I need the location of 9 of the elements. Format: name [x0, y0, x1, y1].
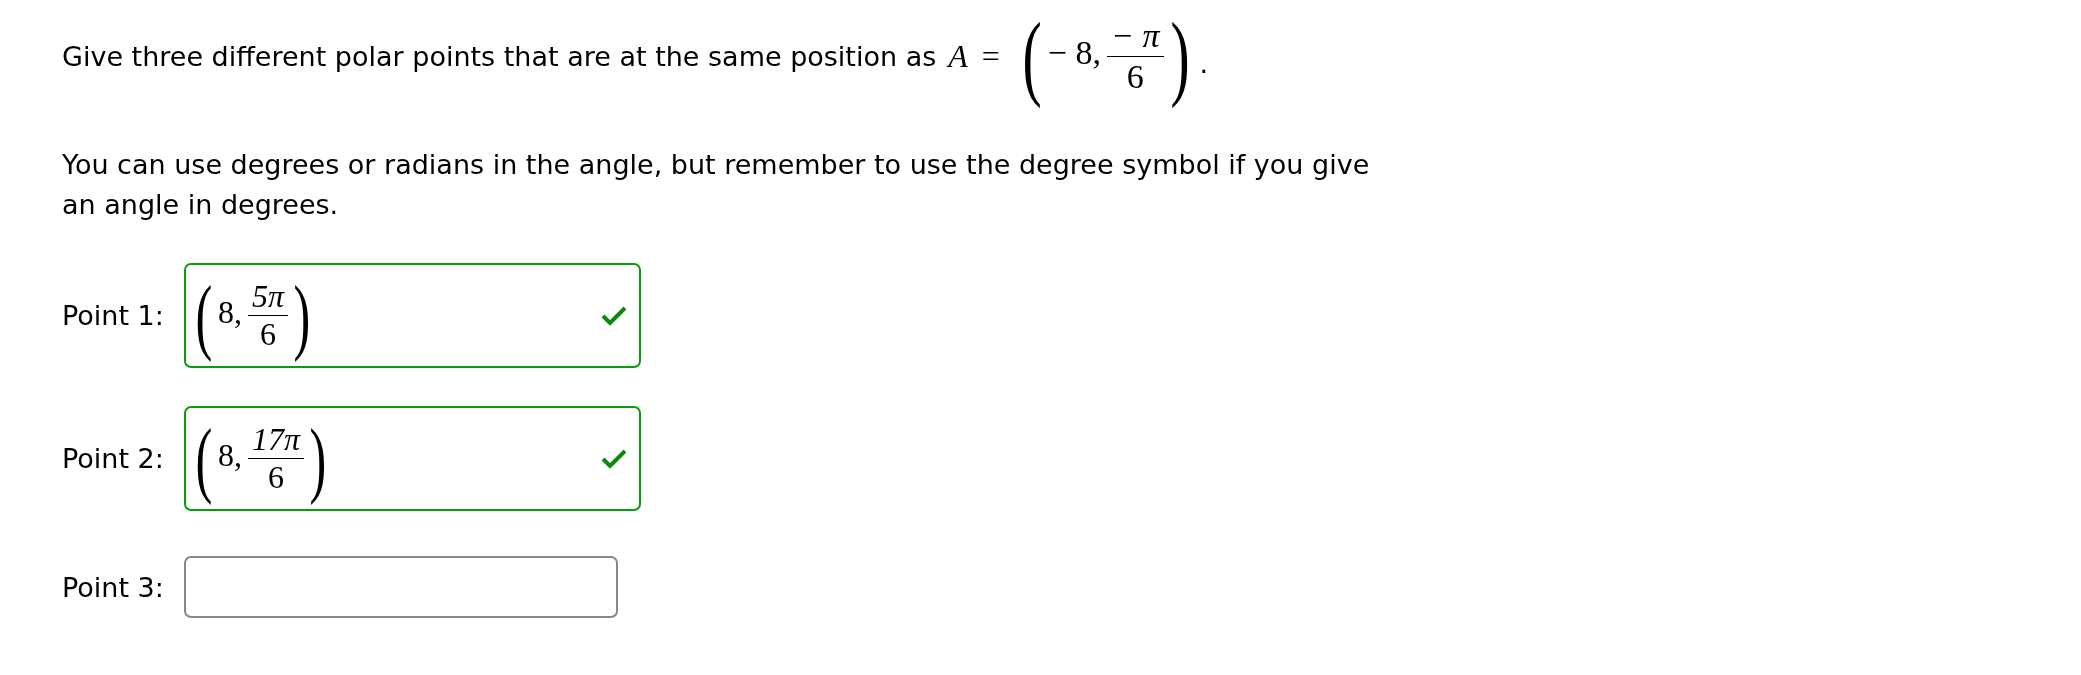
period-text: . — [1199, 46, 1209, 79]
point-label: Point 1: — [62, 300, 165, 331]
point-label: Point 3: — [62, 571, 165, 603]
answer-field[interactable] — [184, 556, 618, 618]
check-icon — [601, 448, 627, 469]
instruction-text: You can use degrees or radians in the angle, but remember to use the degree symbol if you give an angle in degrees. — [62, 148, 1371, 222]
question-text: Give three different polar points that are at the same position as — [62, 40, 937, 72]
point-label: Point 2: — [62, 443, 165, 474]
check-icon — [601, 305, 627, 326]
